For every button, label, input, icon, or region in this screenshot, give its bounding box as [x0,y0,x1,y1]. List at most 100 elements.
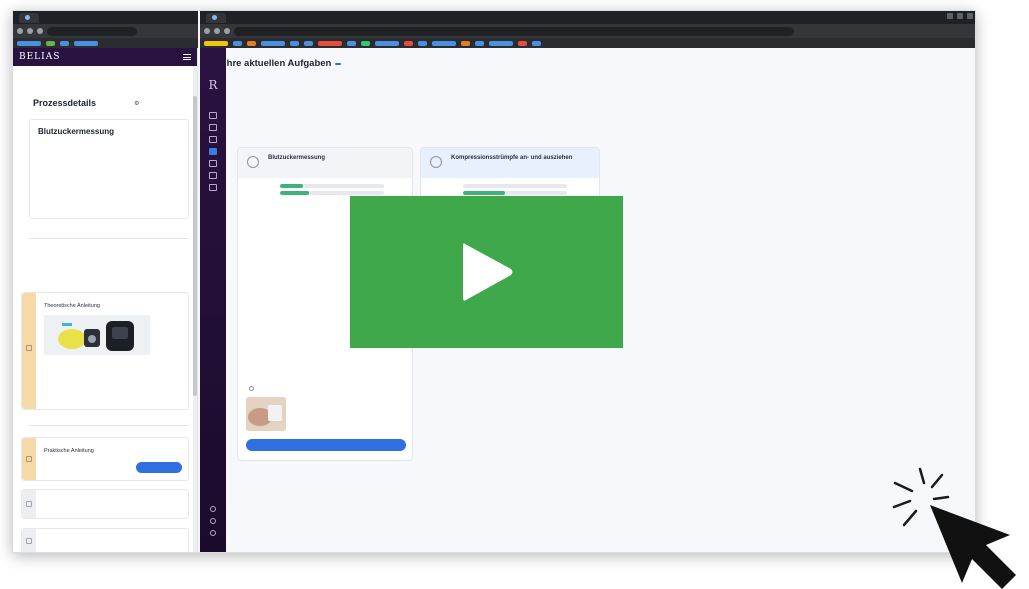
bookmark-item[interactable] [432,40,456,46]
bookmark-item[interactable] [375,40,399,46]
task-icon [247,156,259,168]
play-icon [462,243,512,301]
favicon-icon [212,15,217,20]
reload-icon[interactable] [224,28,230,34]
home-icon[interactable] [209,136,217,143]
step-status-icon [26,501,32,507]
app-logo: BELIAS [19,52,61,62]
step-status-icon [26,345,32,351]
bookmark-item[interactable] [46,40,55,46]
settings-icon[interactable] [209,184,217,191]
url-input[interactable] [47,26,137,36]
bookmark-item[interactable] [489,40,513,46]
bookmark-item[interactable] [347,40,356,46]
cursor-click-icon [892,467,1016,589]
progress-bar [463,190,567,195]
details-title: Blutzuckermessung [38,127,115,136]
bookmark-item[interactable] [233,40,242,46]
progress-fill [463,190,505,195]
bookmark-item[interactable] [461,40,470,46]
task-header: Kompressionsstrümpfe an- und ausziehen [421,148,599,178]
step-assessment[interactable] [21,528,189,552]
minimize-icon[interactable] [947,13,953,19]
progress-bar [280,190,384,195]
bookmark-item[interactable] [304,40,313,46]
bookmark-item[interactable] [418,40,427,46]
bookmark-item[interactable] [74,40,98,46]
dashboard-icon[interactable] [209,112,217,119]
progress-row [246,183,412,188]
step-action-button[interactable] [136,462,182,473]
bookmark-item[interactable] [318,40,342,46]
right-bookmarks-bar [200,38,975,48]
divider-label [103,430,115,436]
tasks-icon[interactable] [209,148,217,155]
task-icon [430,156,442,168]
progress-row [429,183,599,188]
window-controls [947,13,973,19]
forward-icon[interactable] [27,28,33,34]
chat-icon[interactable] [209,172,217,179]
maximize-icon[interactable] [957,13,963,19]
bookmark-item[interactable] [204,40,228,46]
start-lesson-button[interactable] [246,439,406,451]
step-status-stripe [22,529,36,552]
bookmark-item[interactable] [361,40,370,46]
progress-bar [280,183,384,188]
bookmark-item[interactable] [60,40,69,46]
back-icon[interactable] [204,28,210,34]
left-address-bar [13,24,198,38]
left-scrollbar[interactable] [193,66,197,552]
play-button[interactable] [350,196,623,348]
page-title: Prozessdetails [33,98,97,108]
back-icon[interactable] [17,28,23,34]
step-status-stripe [22,438,36,480]
bookmark-item[interactable] [247,40,256,46]
left-tab-strip [13,11,198,24]
step-title: Theoretische Anleitung [44,303,100,309]
section-divider [29,234,189,252]
gear-icon: ⚙ [134,101,140,107]
lesson-thumbnail[interactable] [44,315,150,355]
video-thumbnail: BELIAS Prozessdetails ⚙ Blutzuckermessun… [0,0,1029,589]
info-icon[interactable] [249,386,254,391]
left-app-header: BELIAS [13,48,197,66]
forward-icon[interactable] [214,28,220,34]
logout-icon[interactable] [210,530,216,536]
lesson-thumbnail [246,397,286,431]
lesson-meta [292,397,372,431]
bookmark-item[interactable] [475,40,484,46]
user-icon[interactable] [209,124,217,131]
step-status-icon [26,456,32,462]
step-theory[interactable]: Theoretische Anleitung [21,292,189,410]
right-browser-tab[interactable] [206,12,226,23]
bookmark-item[interactable] [518,40,527,46]
admin-link[interactable]: ⚙ [134,100,142,107]
medicine-image [246,397,286,431]
process-details-card: Blutzuckermessung [29,119,189,219]
bookmark-item[interactable] [17,40,41,46]
close-icon[interactable] [967,13,973,19]
heart-icon[interactable] [209,160,217,167]
profile-icon[interactable] [210,518,216,524]
reload-icon[interactable] [37,28,43,34]
right-address-bar [200,24,975,38]
step-self-check[interactable] [21,489,189,519]
task-name: Blutzuckermessung [268,155,326,161]
bookmark-item[interactable] [290,40,299,46]
left-browser-tab[interactable] [19,12,39,23]
favicon-icon [25,15,30,20]
bookmark-item[interactable] [404,40,413,46]
bookmark-item[interactable] [261,40,285,46]
url-input[interactable] [234,26,794,36]
scrollbar-thumb[interactable] [193,96,197,396]
progress-row [246,190,412,195]
lesson-item[interactable] [246,397,412,431]
left-bookmarks-bar [13,38,198,48]
step-practice[interactable]: Praktische Anleitung [21,437,189,481]
bookmark-item[interactable] [532,40,541,46]
step-title: Praktische Anleitung [44,448,94,454]
help-icon[interactable] [210,506,216,512]
menu-icon[interactable] [183,54,191,60]
step-status-stripe [22,490,36,518]
